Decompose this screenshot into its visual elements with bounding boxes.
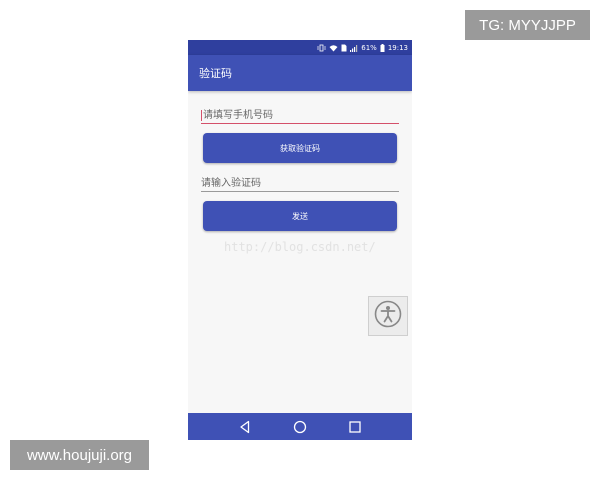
text-cursor [201, 110, 202, 121]
home-icon[interactable] [290, 417, 310, 437]
tg-watermark-badge: TG: MYYJJPP [465, 10, 590, 40]
accessibility-button[interactable] [368, 296, 408, 336]
page-title: 验证码 [199, 67, 232, 80]
navigation-bar [188, 413, 412, 440]
battery-icon [380, 43, 385, 52]
back-icon[interactable] [235, 417, 255, 437]
accessibility-icon [374, 300, 402, 332]
wifi-icon [329, 44, 338, 52]
sim-icon [341, 44, 347, 52]
site-watermark-badge: www.houjuji.org [10, 440, 149, 470]
vibrate-icon [317, 44, 326, 52]
phone-number-input[interactable]: 请填写手机号码 [201, 106, 399, 124]
verification-code-input[interactable]: 请输入验证码 [201, 174, 399, 192]
recents-icon[interactable] [345, 417, 365, 437]
clock-time: 19:13 [387, 43, 408, 52]
send-button[interactable]: 发送 [203, 201, 397, 231]
signal-icon [350, 44, 358, 52]
get-verification-code-button[interactable]: 获取验证码 [203, 133, 397, 163]
verification-code-placeholder: 请输入验证码 [201, 178, 261, 189]
battery-percent: 61% [361, 43, 377, 52]
status-bar: 61% 19:13 [188, 40, 412, 55]
send-label: 发送 [292, 211, 308, 221]
phone-number-placeholder: 请填写手机号码 [203, 110, 273, 121]
phone-screen: 61% 19:13 验证码 请填写手机号码 获取验证码 请输入验证码 发送 ht… [188, 40, 412, 440]
get-code-label: 获取验证码 [280, 143, 320, 153]
app-bar: 验证码 [188, 55, 412, 91]
blog-watermark: http://blog.csdn.net/ [224, 240, 376, 254]
